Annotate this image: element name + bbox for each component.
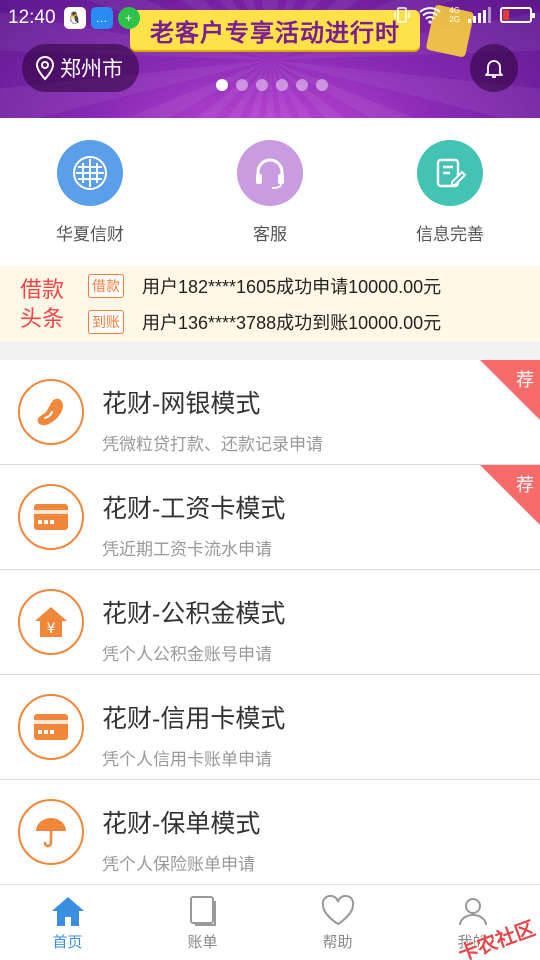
ticker-row: 到账 用户136****3788成功到账10000.00元 <box>84 304 540 340</box>
recommend-tag: 荐 <box>516 475 534 495</box>
location-pin-icon <box>35 56 55 81</box>
quick-action-label: 信息完善 <box>416 225 484 244</box>
product-title: 花财-公积金模式 <box>102 600 286 628</box>
nav-bill[interactable]: 账单 <box>135 885 270 960</box>
house-yuan-icon: ¥ <box>18 589 84 655</box>
quick-action-label: 客服 <box>253 225 287 244</box>
quick-action-profile[interactable]: 信息完善 <box>380 140 520 266</box>
product-subtitle: 凭个人信用卡账单申请 <box>102 750 272 769</box>
nav-mine[interactable]: 我的 卡农社区 <box>405 885 540 960</box>
nav-home[interactable]: 首页 <box>0 885 135 960</box>
vibrate-icon <box>394 7 411 23</box>
product-title: 花财-网银模式 <box>102 390 261 418</box>
battery-icon <box>500 7 535 23</box>
product-subtitle: 凭近期工资卡流水申请 <box>102 540 272 559</box>
product-list: 花财-网银模式 凭微粒贷打款、还款记录申请 荐 花财-工资卡模式 凭近期工资卡流… <box>0 360 540 885</box>
loan-news-ticker[interactable]: 借款 头条 借款 用户182****1605成功申请10000.00元 到账 用… <box>0 266 540 342</box>
notification-button[interactable] <box>470 44 518 92</box>
status-time: 12:40 <box>8 7 56 28</box>
status-bar: 12:40 🐧 … + 4G 2G <box>0 0 540 36</box>
carousel-dot[interactable] <box>216 79 228 91</box>
recommend-tag: 荐 <box>516 370 534 390</box>
ticker-badge: 借款 <box>88 274 124 298</box>
product-title: 花财-工资卡模式 <box>102 495 286 523</box>
quick-action-label: 华夏信财 <box>56 225 124 244</box>
bottom-nav: 首页 账单 帮助 我的 卡农社区 <box>0 884 540 960</box>
product-item-housing-fund[interactable]: ¥ 花财-公积金模式 凭个人公积金账号申请 <box>0 570 540 675</box>
product-item-insurance[interactable]: 花财-保单模式 凭个人保险账单申请 <box>0 780 540 885</box>
carousel-indicator <box>216 79 328 91</box>
ticker-row: 借款 用户182****1605成功申请10000.00元 <box>84 268 540 304</box>
umbrella-icon <box>18 799 84 865</box>
bill-icon <box>189 896 216 926</box>
huaxia-logo-icon <box>57 140 123 206</box>
product-item-credit-card[interactable]: 花财-信用卡模式 凭个人信用卡账单申请 <box>0 675 540 780</box>
home-icon <box>51 897 84 926</box>
app-notification-icon: + <box>117 7 140 29</box>
signal-icon <box>468 7 491 23</box>
wifi-icon <box>419 7 441 24</box>
app-page: 老客户专享活动进行时 12:40 🐧 … + 4G 2G 郑州市 华夏信财 客服… <box>0 0 540 960</box>
ticker-rows: 借款 用户182****1605成功申请10000.00元 到账 用户136**… <box>84 268 540 340</box>
nav-help[interactable]: 帮助 <box>270 885 405 960</box>
qq-notification-icon: 🐧 <box>63 7 86 29</box>
bean-icon <box>18 379 84 445</box>
product-item-online-banking[interactable]: 花财-网银模式 凭微粒贷打款、还款记录申请 荐 <box>0 360 540 465</box>
bell-icon <box>485 60 503 78</box>
quick-action-huaxia[interactable]: 华夏信财 <box>20 140 160 266</box>
carousel-dot[interactable] <box>256 79 268 91</box>
ticker-title: 借款 头条 <box>0 275 84 333</box>
svg-text:¥: ¥ <box>47 621 56 637</box>
product-subtitle: 凭个人保险账单申请 <box>102 855 255 874</box>
product-title: 花财-信用卡模式 <box>102 705 286 733</box>
nav-label: 账单 <box>187 934 218 951</box>
ticker-title-line2: 头条 <box>19 306 64 331</box>
carousel-dot[interactable] <box>276 79 288 91</box>
edit-note-icon <box>417 140 483 206</box>
product-item-salary-card[interactable]: 花财-工资卡模式 凭近期工资卡流水申请 荐 <box>0 465 540 570</box>
product-subtitle: 凭微粒贷打款、还款记录申请 <box>102 435 323 454</box>
product-subtitle: 凭个人公积金账号申请 <box>102 645 272 664</box>
product-title: 花财-保单模式 <box>102 810 261 838</box>
message-notification-icon: … <box>90 7 113 29</box>
nav-label: 首页 <box>52 934 83 951</box>
card-icon <box>18 484 84 550</box>
carousel-dot[interactable] <box>296 79 308 91</box>
promo-banner[interactable]: 老客户专享活动进行时 12:40 🐧 … + 4G 2G 郑州市 <box>0 0 540 118</box>
headset-icon <box>237 140 303 206</box>
status-right: 4G 2G <box>393 6 535 24</box>
ticker-text: 用户136****3788成功到账10000.00元 <box>142 313 442 333</box>
city-name: 郑州市 <box>60 58 123 81</box>
user-icon <box>458 898 487 926</box>
heart-icon <box>321 895 354 926</box>
network-type: 4G 2G <box>449 6 460 24</box>
carousel-dot[interactable] <box>316 79 328 91</box>
ticker-title-line1: 借款 <box>19 277 64 302</box>
ticker-text: 用户182****1605成功申请10000.00元 <box>142 277 442 297</box>
city-selector[interactable]: 郑州市 <box>22 44 139 92</box>
quick-actions: 华夏信财 客服 信息完善 <box>0 118 540 266</box>
ticker-badge: 到账 <box>88 310 124 334</box>
network-type-top: 4G <box>449 6 460 15</box>
network-type-bottom: 2G <box>449 15 460 24</box>
quick-action-service[interactable]: 客服 <box>200 140 340 266</box>
card-icon <box>18 694 84 760</box>
carousel-dot[interactable] <box>236 79 248 91</box>
nav-label: 帮助 <box>322 934 353 951</box>
